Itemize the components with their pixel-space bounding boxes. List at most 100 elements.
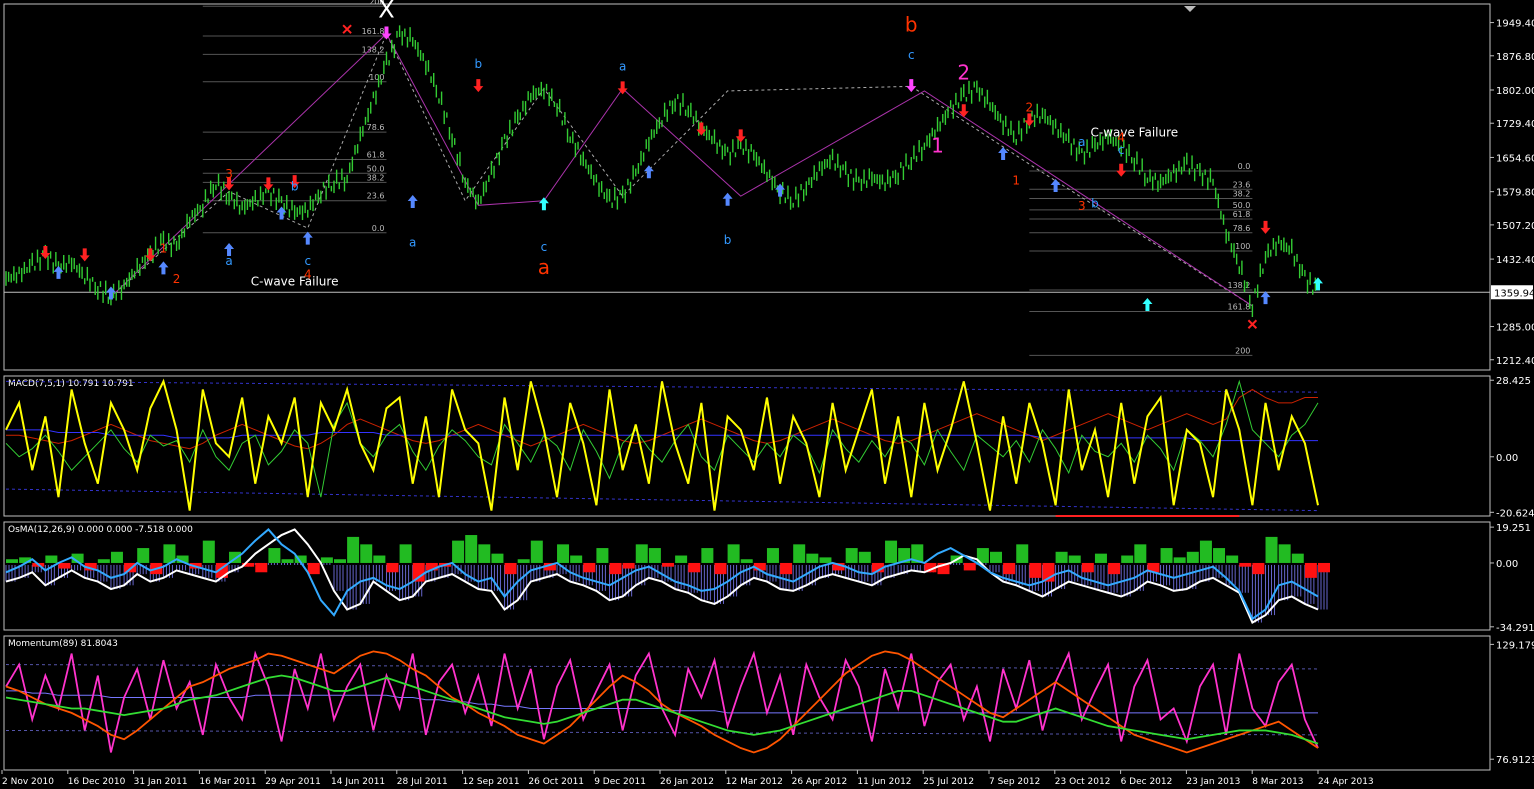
osma-histogram-bar <box>1068 555 1081 563</box>
osma-histogram-bar <box>504 562 517 575</box>
osma-histogram-bar <box>793 544 806 563</box>
osma-histogram-bar <box>137 548 150 563</box>
x-tick-label: 26 Apr 2012 <box>792 777 848 787</box>
osma-histogram-bar <box>1003 562 1016 575</box>
fib-level-label: 161.8 <box>1227 302 1250 311</box>
osma-histogram-bar <box>360 544 373 563</box>
wave-label: c <box>304 254 311 268</box>
fib-level-label: 23.6 <box>1233 180 1251 189</box>
fib-level-label: 23.6 <box>367 192 385 201</box>
osma-histogram-bar <box>58 562 71 569</box>
y-tick-label: 1212.40 <box>1496 356 1534 367</box>
osma-histogram-bar <box>1160 548 1173 563</box>
x-tick-label: 7 Sep 2012 <box>989 777 1040 787</box>
wave-label: b <box>1091 197 1099 211</box>
y-tick-label: -20.624 <box>1496 508 1534 519</box>
osma-histogram-bar <box>1291 553 1304 563</box>
x-tick-label: 6 Dec 2012 <box>1121 777 1173 787</box>
wave-label: b <box>475 57 483 71</box>
osma-histogram-bar <box>478 544 491 563</box>
fib-level-label: 61.8 <box>1233 210 1251 219</box>
x-tick-label: 26 Oct 2011 <box>528 777 584 787</box>
osma-histogram-bar <box>1226 555 1239 563</box>
osma-histogram-bar <box>688 562 701 573</box>
wave-label: 3 <box>1078 199 1086 213</box>
osma-histogram-bar <box>452 540 465 563</box>
x-tick-label: 16 Mar 2011 <box>199 777 256 787</box>
osma-histogram-bar <box>334 559 346 563</box>
x-tick-label: 23 Oct 2012 <box>1055 777 1111 787</box>
x-tick-label: 16 Dec 2010 <box>68 777 126 787</box>
trading-chart[interactable]: 1949.40 1876.80 1802.00 1729.40 1654.60 1579.… <box>0 0 1534 789</box>
y-tick-label: 19.251 <box>1496 523 1531 534</box>
x-tick-label: 9 Dec 2011 <box>594 777 646 787</box>
x-tick-label: 2 Nov 2010 <box>2 777 54 787</box>
y-tick-label: 1654.60 <box>1496 153 1534 164</box>
wave-label: c <box>908 48 915 62</box>
osma-histogram-bar <box>1081 562 1094 573</box>
wave-label: b <box>905 12 918 36</box>
osma-histogram-bar <box>609 562 622 575</box>
osma-histogram-bar <box>320 557 333 563</box>
osma-histogram-bar <box>255 562 268 573</box>
osma-histogram-bar <box>714 562 727 575</box>
wave-label: 2 <box>957 60 970 84</box>
osma-histogram-bar <box>557 544 570 563</box>
chart-frames <box>3 3 1491 771</box>
fib-level-label: 0.0 <box>372 224 385 233</box>
x-tick-label: 23 Jan 2013 <box>1186 777 1240 787</box>
osma-histogram-bar <box>845 548 858 563</box>
osma-histogram-bar <box>386 562 399 573</box>
osma-histogram-bar <box>963 562 976 571</box>
current-price-label: 1359.94 <box>1494 288 1534 299</box>
osma-histogram-bar <box>373 555 386 563</box>
fib-level-label: 200 <box>1235 346 1250 355</box>
osma-histogram-bar <box>517 559 530 563</box>
osma-histogram-bar <box>806 553 819 563</box>
osma-histogram-bar <box>675 555 688 563</box>
wave-label: C-wave Failure <box>251 274 339 288</box>
wave-label: 1 <box>160 241 168 255</box>
fib-level-label: 38.2 <box>1233 189 1251 198</box>
osma-histogram-bar <box>399 544 412 563</box>
fib-level-label: 61.8 <box>367 151 385 160</box>
osma-histogram-bar <box>570 555 583 563</box>
osma-histogram-bar <box>1055 551 1068 563</box>
x-tick-label: 26 Jan 2012 <box>660 777 714 787</box>
y-tick-label: 28.425 <box>1496 376 1531 387</box>
osma-histogram-bar <box>1318 562 1330 573</box>
osma-histogram-bar <box>701 548 714 563</box>
osma-histogram-bar <box>622 562 635 569</box>
wave-label: a <box>409 235 416 249</box>
y-tick-label: 1876.80 <box>1496 52 1534 63</box>
osma-histogram-bar <box>465 535 478 563</box>
x-tick-label: 12 Mar 2012 <box>726 777 783 787</box>
osma-histogram-bar <box>202 540 215 563</box>
osma-histogram-bar <box>1304 562 1317 578</box>
fib-level-label: 100 <box>369 73 384 82</box>
wave-label: b <box>724 233 732 247</box>
osma-histogram-bar <box>885 540 898 563</box>
x-tick-label: 24 Apr 2013 <box>1318 777 1374 787</box>
osma-histogram-bar <box>1173 557 1186 563</box>
wave-label: 2 <box>173 272 181 286</box>
y-tick-label: 1507.20 <box>1496 221 1534 232</box>
x-tick-label: 14 Jun 2011 <box>331 777 385 787</box>
osma-histogram-bar <box>45 555 58 563</box>
osma-histogram-bar <box>1239 562 1252 567</box>
osma-histogram-bar <box>307 562 320 575</box>
y-tick-label: 0.00 <box>1496 559 1518 570</box>
x-tick-label: 28 Jul 2011 <box>397 777 448 787</box>
y-tick-label: 1949.40 <box>1496 19 1534 30</box>
wave-label: a <box>225 254 232 268</box>
osma-histogram-bar <box>1199 540 1212 563</box>
osma-histogram-bar <box>6 559 18 563</box>
wave-label: b <box>291 180 299 194</box>
wave-label: 1 <box>1012 174 1020 188</box>
osma-histogram-bar <box>1213 548 1226 563</box>
wave-label: 3 <box>225 167 233 181</box>
wave-label: 4 <box>304 268 312 282</box>
osma-histogram-bar <box>819 557 832 563</box>
y-tick-label: 1729.40 <box>1496 119 1534 130</box>
fib-level-label: 78.6 <box>1233 224 1251 233</box>
